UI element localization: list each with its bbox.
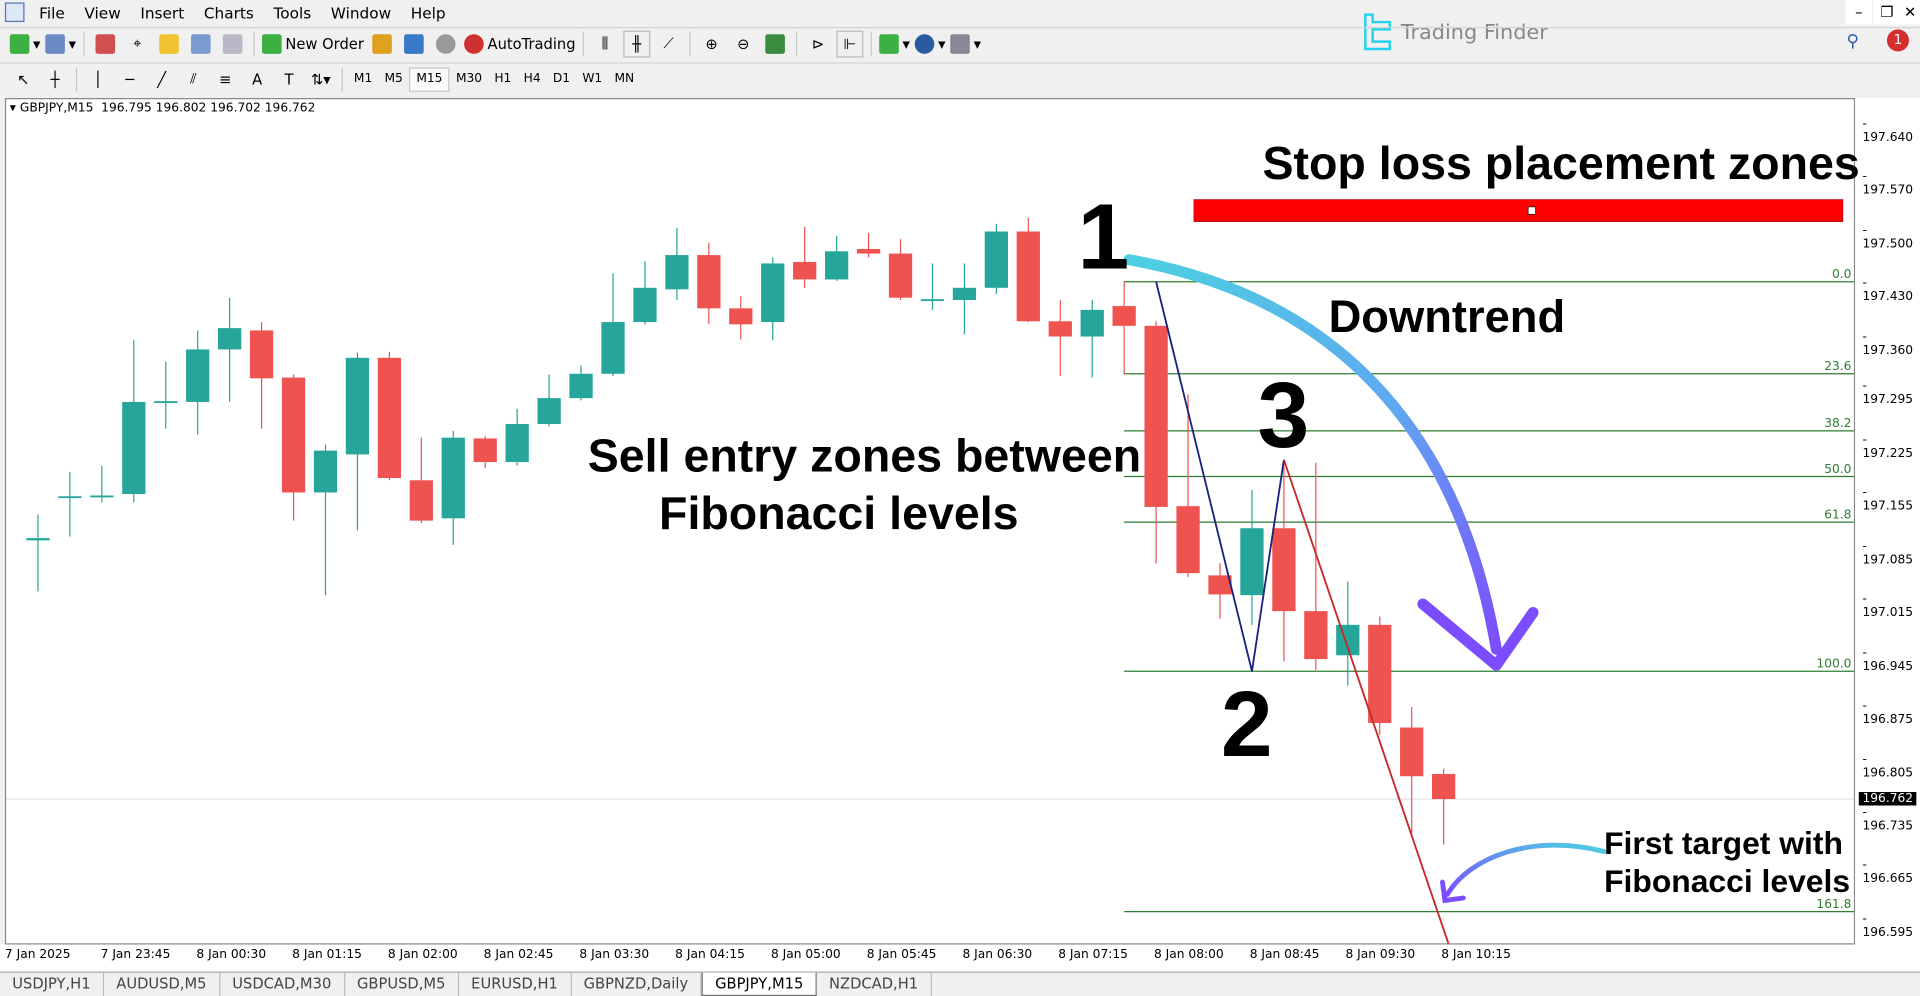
stop-loss-label: Stop loss placement zones xyxy=(1262,138,1860,190)
bear-candle xyxy=(856,249,881,254)
sell-entry-line2: Fibonacci levels xyxy=(659,488,1019,541)
bear-candle xyxy=(409,480,433,521)
bull-candle xyxy=(1336,624,1360,656)
bull-candle xyxy=(154,401,178,404)
time-tick-label: 8 Jan 08:00 xyxy=(1153,948,1224,962)
bear-candle xyxy=(1432,773,1456,800)
bear-candle xyxy=(1048,321,1072,337)
time-tick-label: 8 Jan 00:30 xyxy=(196,948,267,962)
bull-candle xyxy=(665,255,689,290)
point-2-label: 2 xyxy=(1220,672,1273,777)
chart-tabs: USDJPY,H1 AUDUSD,M5 USDCAD,M30 GBPUSD,M5 EUR… xyxy=(0,971,1920,996)
chart-tab[interactable]: USDCAD,M30 xyxy=(220,972,345,996)
bear-candle xyxy=(377,357,402,479)
sell-entry-label: Sell entry zones between Fibonacci levels xyxy=(587,429,1142,544)
bull-candle xyxy=(569,373,593,399)
chart-tab[interactable]: USDJPY,H1 xyxy=(0,972,105,996)
time-tick-label: 8 Jan 05:00 xyxy=(770,948,841,962)
bear-candle xyxy=(793,261,817,280)
bear-candle xyxy=(1016,231,1040,322)
bull-candle xyxy=(537,398,561,424)
bull-candle xyxy=(186,349,210,402)
fib-level-label: 23.6 xyxy=(1824,359,1851,373)
bull-candle xyxy=(122,401,146,494)
bull-candle xyxy=(1240,528,1264,596)
bull-candle xyxy=(505,423,529,463)
bear-candle xyxy=(729,308,753,325)
bull-candle xyxy=(825,251,849,280)
zone-handle[interactable] xyxy=(1527,206,1536,215)
fib-level-label: 100.0 xyxy=(1816,657,1851,671)
fib-level-label: 0.0 xyxy=(1832,267,1851,281)
downtrend-arrow-head xyxy=(1417,598,1539,671)
time-tick-label: 8 Jan 06:30 xyxy=(962,948,1033,962)
bull-candle xyxy=(952,287,977,300)
bull-candle xyxy=(1080,309,1104,337)
bull-candle xyxy=(920,299,945,302)
bear-candle xyxy=(1400,727,1424,777)
bull-candle xyxy=(218,328,242,350)
bull-candle xyxy=(58,496,82,499)
chart-tab[interactable]: AUDUSD,M5 xyxy=(104,972,220,996)
bear-candle xyxy=(281,377,306,493)
time-tick-label: 8 Jan 01:15 xyxy=(292,948,362,962)
bear-candle xyxy=(249,330,274,379)
first-target-line1: First target with xyxy=(1604,824,1843,862)
bear-candle xyxy=(697,255,721,309)
chart-header: ▾ GBPJPY,M15 196.795 196.802 196.702 196… xyxy=(9,101,316,116)
target-arrow xyxy=(1444,842,1607,897)
bear-candle xyxy=(1176,506,1200,574)
fib-level-label: 38.2 xyxy=(1824,416,1851,430)
bear-candle xyxy=(1144,325,1168,507)
downtrend-label: Downtrend xyxy=(1328,291,1566,342)
bull-candle xyxy=(633,287,657,323)
time-tick-label: 8 Jan 02:00 xyxy=(387,948,458,962)
bull-candle xyxy=(90,495,114,498)
first-target-line2: Fibonacci levels xyxy=(1604,862,1851,900)
bull-candle xyxy=(345,357,370,455)
fib-level-label: 50.0 xyxy=(1824,462,1851,476)
chart-tab[interactable]: GBPUSD,M5 xyxy=(345,972,459,996)
stop-loss-zone[interactable] xyxy=(1193,199,1844,222)
chart-symbol: GBPJPY,M15 xyxy=(19,101,94,116)
time-tick-label: 8 Jan 02:45 xyxy=(483,948,554,962)
bull-candle xyxy=(601,322,625,374)
chart-tab[interactable]: GBPJPY,M15 xyxy=(701,972,817,996)
chart-tab[interactable]: EURUSD,H1 xyxy=(459,972,572,996)
bear-candle xyxy=(1368,624,1392,723)
time-tick-label: 8 Jan 08:45 xyxy=(1249,948,1320,962)
point-1-label: 1 xyxy=(1077,184,1130,290)
chart-ohlc: 196.795 196.802 196.702 196.762 xyxy=(101,101,316,116)
bull-candle xyxy=(313,450,338,493)
sell-entry-line1: Sell entry zones between xyxy=(587,431,1142,483)
time-tick-label: 8 Jan 07:15 xyxy=(1058,948,1128,962)
chart-tab[interactable]: GBPNZD,Daily xyxy=(571,972,702,996)
bull-candle xyxy=(984,231,1009,288)
point-3-label: 3 xyxy=(1257,363,1310,468)
time-tick-label: 8 Jan 04:15 xyxy=(675,948,745,962)
chart-tab[interactable]: NZDCAD,H1 xyxy=(817,972,932,996)
first-target-label: First target with Fibonacci levels xyxy=(1604,824,1851,900)
bull-candle xyxy=(26,538,50,541)
time-tick-label: 8 Jan 05:45 xyxy=(866,948,937,962)
bull-candle xyxy=(441,437,465,519)
bear-candle xyxy=(888,253,913,298)
time-tick-label: 7 Jan 23:45 xyxy=(100,948,171,962)
fib-extension-line[interactable] xyxy=(1283,459,1450,944)
bear-candle xyxy=(1304,611,1328,660)
bull-candle xyxy=(761,263,785,323)
bear-candle xyxy=(473,438,497,463)
fib-level-label: 61.8 xyxy=(1824,507,1851,521)
time-tick-label: 7 Jan 2025 xyxy=(4,948,71,962)
time-tick-label: 8 Jan 09:30 xyxy=(1345,948,1416,962)
time-tick-label: 8 Jan 03:30 xyxy=(579,948,650,962)
bear-candle xyxy=(1112,306,1136,326)
time-tick-label: 8 Jan 10:15 xyxy=(1441,948,1511,962)
bear-candle xyxy=(1272,528,1296,612)
